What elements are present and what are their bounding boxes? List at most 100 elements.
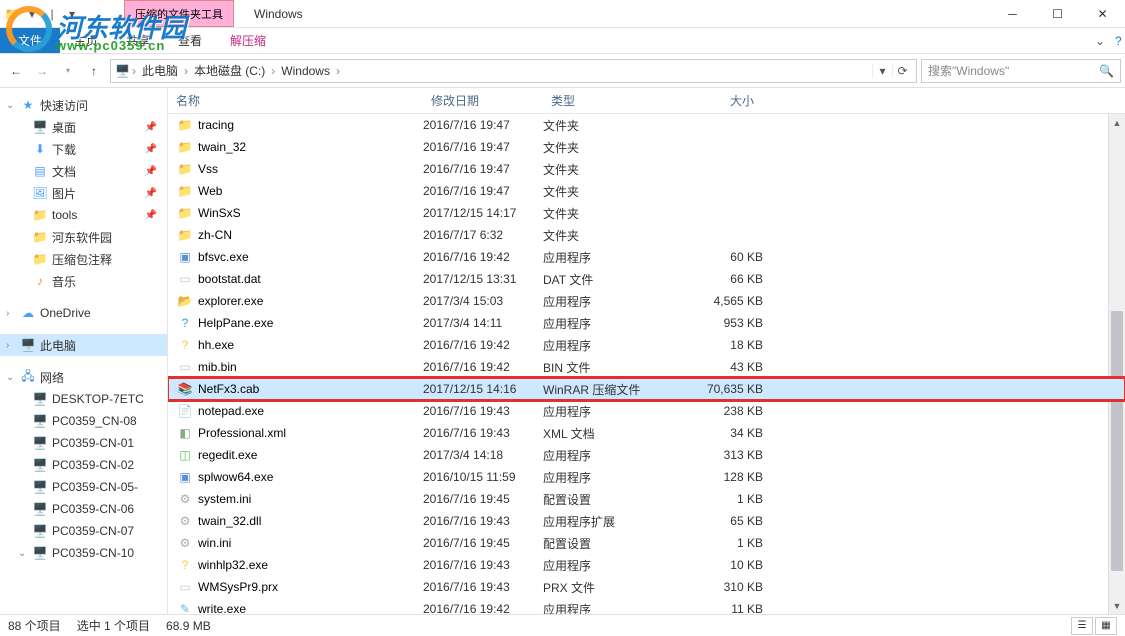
- sidebar-item[interactable]: 🖥️PC0359-CN-02: [0, 454, 167, 476]
- file-row[interactable]: ▣bfsvc.exe2016/7/16 19:42应用程序60 KB: [168, 246, 1125, 268]
- file-row[interactable]: ?winhlp32.exe2016/7/16 19:43应用程序10 KB: [168, 554, 1125, 576]
- sidebar-item[interactable]: 📁河东软件园: [0, 226, 167, 248]
- sidebar-item[interactable]: 🖥️PC0359-CN-05-: [0, 476, 167, 498]
- file-row[interactable]: ▭mib.bin2016/7/16 19:42BIN 文件43 KB: [168, 356, 1125, 378]
- nav-this-pc[interactable]: › 🖥️ 此电脑: [0, 334, 167, 356]
- minimize-button[interactable]: ─: [990, 0, 1035, 27]
- file-type: 配置设置: [543, 491, 663, 508]
- file-row[interactable]: ◫regedit.exe2017/3/4 14:18应用程序313 KB: [168, 444, 1125, 466]
- sidebar-item[interactable]: 🖼图片📌: [0, 182, 167, 204]
- qat-arrow-icon[interactable]: ▾: [24, 6, 40, 22]
- sidebar-item[interactable]: ♪音乐: [0, 270, 167, 292]
- breadcrumb[interactable]: 🖥️ › 此电脑 › 本地磁盘 (C:) › Windows › ▾ ⟳: [110, 59, 917, 83]
- file-date: 2016/7/16 19:47: [423, 140, 543, 154]
- tab-view[interactable]: 查看: [164, 28, 216, 53]
- sidebar-item[interactable]: ⬇下载📌: [0, 138, 167, 160]
- sidebar-item[interactable]: ▤文档📌: [0, 160, 167, 182]
- chevron-right-icon[interactable]: ›: [6, 308, 16, 319]
- file-row[interactable]: 📁Web2016/7/16 19:47文件夹: [168, 180, 1125, 202]
- nav-up-button[interactable]: ↑: [82, 59, 106, 83]
- nav-quick-access[interactable]: ⌄ ★ 快速访问: [0, 94, 167, 116]
- chevron-right-icon[interactable]: ›: [130, 64, 138, 78]
- column-size[interactable]: 大小: [663, 88, 763, 113]
- sidebar-item[interactable]: 📁tools📌: [0, 204, 167, 226]
- network-icon: 🖧: [20, 369, 36, 385]
- file-size: 70,635 KB: [663, 382, 763, 396]
- sidebar-item[interactable]: 🖥️PC0359_CN-08: [0, 410, 167, 432]
- tab-home[interactable]: 主页: [60, 28, 112, 53]
- file-row[interactable]: 📁WinSxS2017/12/15 14:17文件夹: [168, 202, 1125, 224]
- sidebar-item[interactable]: 📁压缩包注释: [0, 248, 167, 270]
- tab-share[interactable]: 共享: [112, 28, 164, 53]
- file-row[interactable]: 📂explorer.exe2017/3/4 15:03应用程序4,565 KB: [168, 290, 1125, 312]
- scroll-down-icon[interactable]: ▼: [1109, 597, 1125, 614]
- file-row[interactable]: 📁twain_322016/7/16 19:47文件夹: [168, 136, 1125, 158]
- nav-history-dropdown[interactable]: ▾: [56, 59, 80, 83]
- file-row[interactable]: ⚙system.ini2016/7/16 19:45配置设置1 KB: [168, 488, 1125, 510]
- sidebar-item[interactable]: 🖥️桌面📌: [0, 116, 167, 138]
- file-row[interactable]: ?HelpPane.exe2017/3/4 14:11应用程序953 KB: [168, 312, 1125, 334]
- file-list[interactable]: 📁tracing2016/7/16 19:47文件夹📁twain_322016/…: [168, 114, 1125, 614]
- file-type: 应用程序: [543, 447, 663, 464]
- nav-back-button[interactable]: ←: [4, 59, 28, 83]
- file-row[interactable]: ⚙win.ini2016/7/16 19:45配置设置1 KB: [168, 532, 1125, 554]
- file-row[interactable]: 📁Vss2016/7/16 19:47文件夹: [168, 158, 1125, 180]
- chevron-right-icon[interactable]: ›: [182, 64, 190, 78]
- refresh-icon[interactable]: ⟳: [892, 64, 912, 78]
- file-row[interactable]: ▭bootstat.dat2017/12/15 13:31DAT 文件66 KB: [168, 268, 1125, 290]
- sidebar-item[interactable]: 🖥️PC0359-CN-01: [0, 432, 167, 454]
- folder-icon: 📁: [32, 207, 48, 223]
- sidebar-item[interactable]: 🖥️PC0359-CN-06: [0, 498, 167, 520]
- nav-network[interactable]: ⌄ 🖧 网络: [0, 366, 167, 388]
- chevron-right-icon[interactable]: ›: [6, 340, 16, 351]
- navigation-pane[interactable]: ⌄ ★ 快速访问 🖥️桌面📌⬇下载📌▤文档📌🖼图片📌📁tools📌📁河东软件园📁…: [0, 88, 168, 614]
- view-details-button[interactable]: ☰: [1071, 617, 1093, 635]
- file-row[interactable]: ⚙twain_32.dll2016/7/16 19:43应用程序扩展65 KB: [168, 510, 1125, 532]
- nav-forward-button[interactable]: →: [30, 59, 54, 83]
- file-row[interactable]: 📁zh-CN2016/7/17 6:32文件夹: [168, 224, 1125, 246]
- file-row[interactable]: 📁tracing2016/7/16 19:47文件夹: [168, 114, 1125, 136]
- file-row[interactable]: ?hh.exe2016/7/16 19:42应用程序18 KB: [168, 334, 1125, 356]
- maximize-button[interactable]: ☐: [1035, 0, 1080, 27]
- file-row[interactable]: ▭WMSysPr9.prx2016/7/16 19:43PRX 文件310 KB: [168, 576, 1125, 598]
- file-type: 文件夹: [543, 183, 663, 200]
- view-thumbnails-button[interactable]: ▦: [1095, 617, 1117, 635]
- file-row[interactable]: 📚NetFx3.cab2017/12/15 14:16WinRAR 压缩文件70…: [168, 378, 1125, 400]
- sidebar-item[interactable]: ⌄🖥️PC0359-CN-10: [0, 542, 167, 564]
- file-size: 310 KB: [663, 580, 763, 594]
- scroll-up-icon[interactable]: ▲: [1109, 114, 1125, 131]
- crumb-thispc[interactable]: 此电脑: [138, 62, 182, 79]
- notepad-icon: 📄: [176, 403, 194, 419]
- file-name: bootstat.dat: [194, 272, 423, 286]
- vertical-scrollbar[interactable]: ▲ ▼: [1108, 114, 1125, 614]
- search-input[interactable]: 搜索"Windows" 🔍: [921, 59, 1121, 83]
- chevron-right-icon[interactable]: ›: [334, 64, 342, 78]
- chevron-down-icon[interactable]: ⌄: [6, 372, 16, 383]
- crumb-windows[interactable]: Windows: [277, 64, 334, 78]
- chevron-down-icon[interactable]: ⌄: [6, 100, 16, 111]
- chevron-right-icon[interactable]: ›: [269, 64, 277, 78]
- help-icon[interactable]: ?: [1115, 34, 1125, 48]
- file-row[interactable]: ✎write.exe2016/7/16 19:42应用程序11 KB: [168, 598, 1125, 614]
- sidebar-item[interactable]: 🖥️PC0359-CN-07: [0, 520, 167, 542]
- column-name[interactable]: 名称: [168, 88, 423, 113]
- search-icon[interactable]: 🔍: [1099, 64, 1114, 78]
- file-row[interactable]: 📄notepad.exe2016/7/16 19:43应用程序238 KB: [168, 400, 1125, 422]
- qat-dropdown-icon[interactable]: ▾: [64, 6, 80, 22]
- file-tab[interactable]: 文件: [0, 28, 60, 53]
- column-type[interactable]: 类型: [543, 88, 663, 113]
- nav-onedrive[interactable]: › ☁ OneDrive: [0, 302, 167, 324]
- tab-extract[interactable]: 解压缩: [216, 28, 280, 53]
- ribbon-expand-icon[interactable]: ⌄: [1085, 34, 1115, 48]
- file-row[interactable]: ▣splwow64.exe2016/10/15 11:59应用程序128 KB: [168, 466, 1125, 488]
- sidebar-item[interactable]: 🖥️DESKTOP-7ETC: [0, 388, 167, 410]
- close-button[interactable]: ✕: [1080, 0, 1125, 27]
- folder-icon: 📁: [176, 139, 194, 155]
- sidebar-item-label: PC0359-CN-06: [52, 502, 134, 516]
- file-name: WMSysPr9.prx: [194, 580, 423, 594]
- crumb-drive[interactable]: 本地磁盘 (C:): [190, 62, 269, 79]
- column-date[interactable]: 修改日期: [423, 88, 543, 113]
- scroll-thumb[interactable]: [1111, 311, 1123, 571]
- address-dropdown-icon[interactable]: ▾: [872, 64, 892, 78]
- file-row[interactable]: ◧Professional.xml2016/7/16 19:43XML 文档34…: [168, 422, 1125, 444]
